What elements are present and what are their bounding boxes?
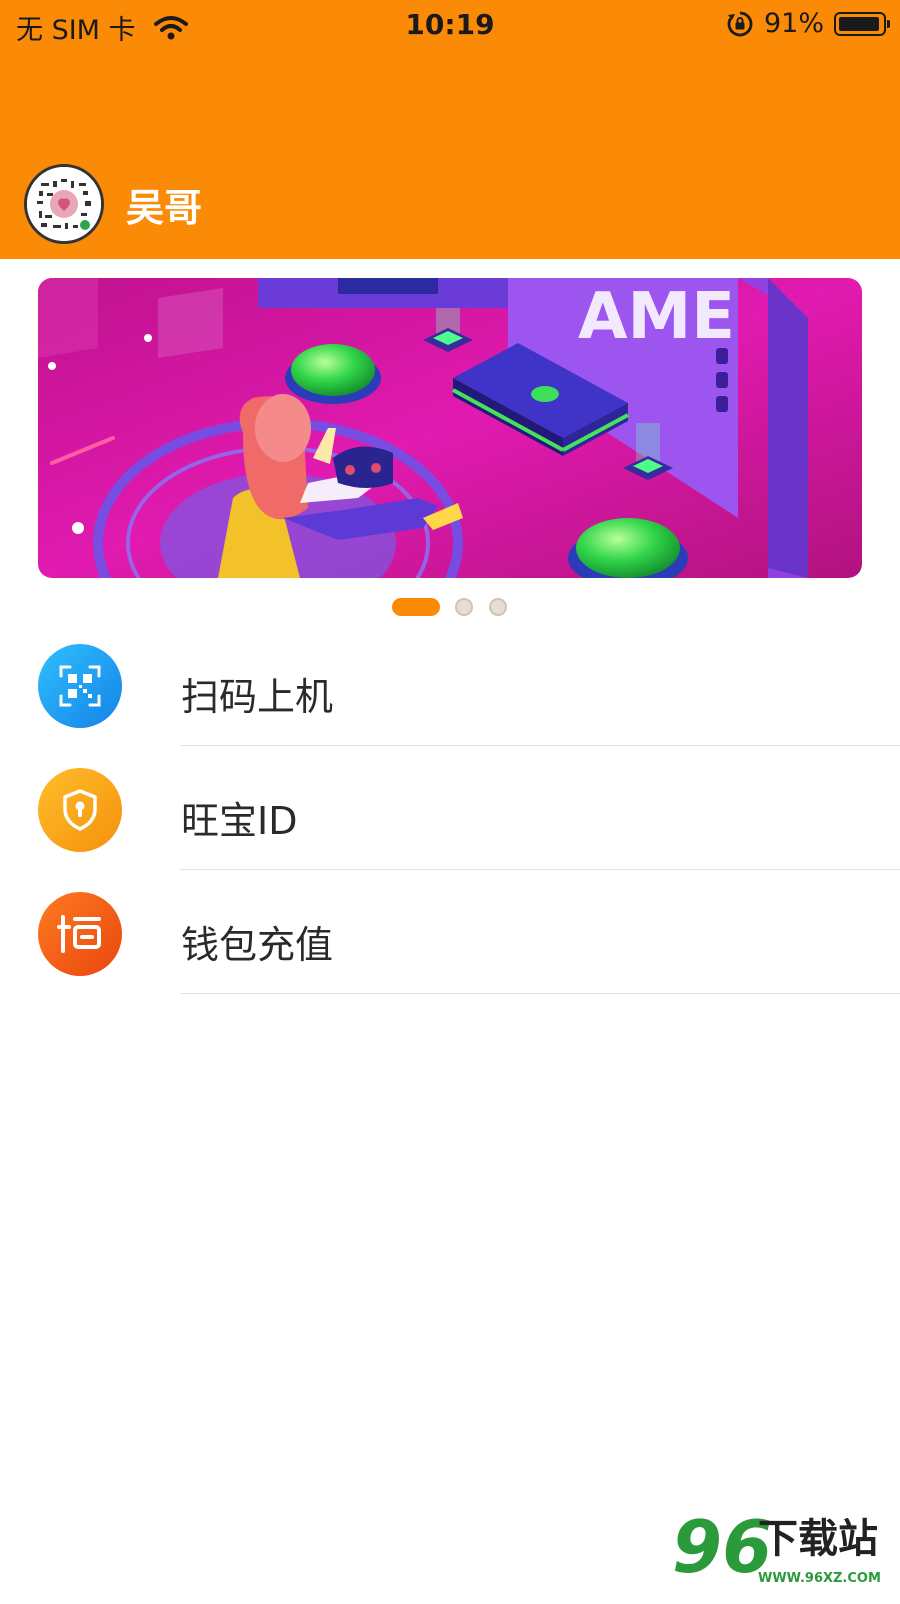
svg-text:下载站: 下载站 — [758, 1516, 878, 1562]
rotation-lock-icon — [727, 11, 753, 36]
site-watermark: 96 下载站 WWW.96XZ.COM — [672, 1500, 900, 1600]
status-bar: 无 SIM 卡 10:19 91% — [0, 0, 900, 50]
gaming-illustration: AME — [38, 278, 862, 578]
avatar[interactable] — [24, 164, 104, 244]
qr-avatar-image — [27, 167, 101, 241]
banner-pager — [0, 598, 900, 618]
menu-item-label: 扫码上机 — [181, 675, 334, 719]
status-right: 91% — [726, 8, 890, 39]
wallet-recharge-icon — [38, 892, 122, 976]
profile-block[interactable]: 吴哥 — [24, 164, 202, 244]
menu-item-label: 旺宝ID — [181, 799, 298, 843]
shield-keyhole-icon — [38, 768, 122, 852]
promo-banner[interactable]: AME — [38, 278, 862, 578]
pager-dot[interactable] — [489, 598, 507, 616]
battery-icon — [834, 11, 890, 36]
menu-item-wangbao-id[interactable]: 旺宝ID — [0, 746, 900, 870]
battery-percent: 91% — [763, 8, 824, 39]
menu-item-label: 钱包充值 — [181, 923, 334, 967]
watermark-logo: 96 下载站 WWW.96XZ.COM — [672, 1505, 881, 1589]
svg-text:WWW.96XZ.COM: WWW.96XZ.COM — [758, 1571, 881, 1586]
pager-dot-active[interactable] — [392, 598, 440, 616]
pager-dot[interactable] — [455, 598, 473, 616]
menu-item-scan[interactable]: 扫码上机 — [0, 622, 900, 746]
divider — [180, 993, 900, 994]
qr-scan-icon — [38, 644, 122, 728]
menu-item-wallet-recharge[interactable]: 钱包充值 — [0, 870, 900, 994]
banner-text: AME — [578, 280, 735, 354]
app-header: 无 SIM 卡 10:19 91% 吴哥 — [0, 0, 900, 259]
username: 吴哥 — [126, 185, 203, 230]
